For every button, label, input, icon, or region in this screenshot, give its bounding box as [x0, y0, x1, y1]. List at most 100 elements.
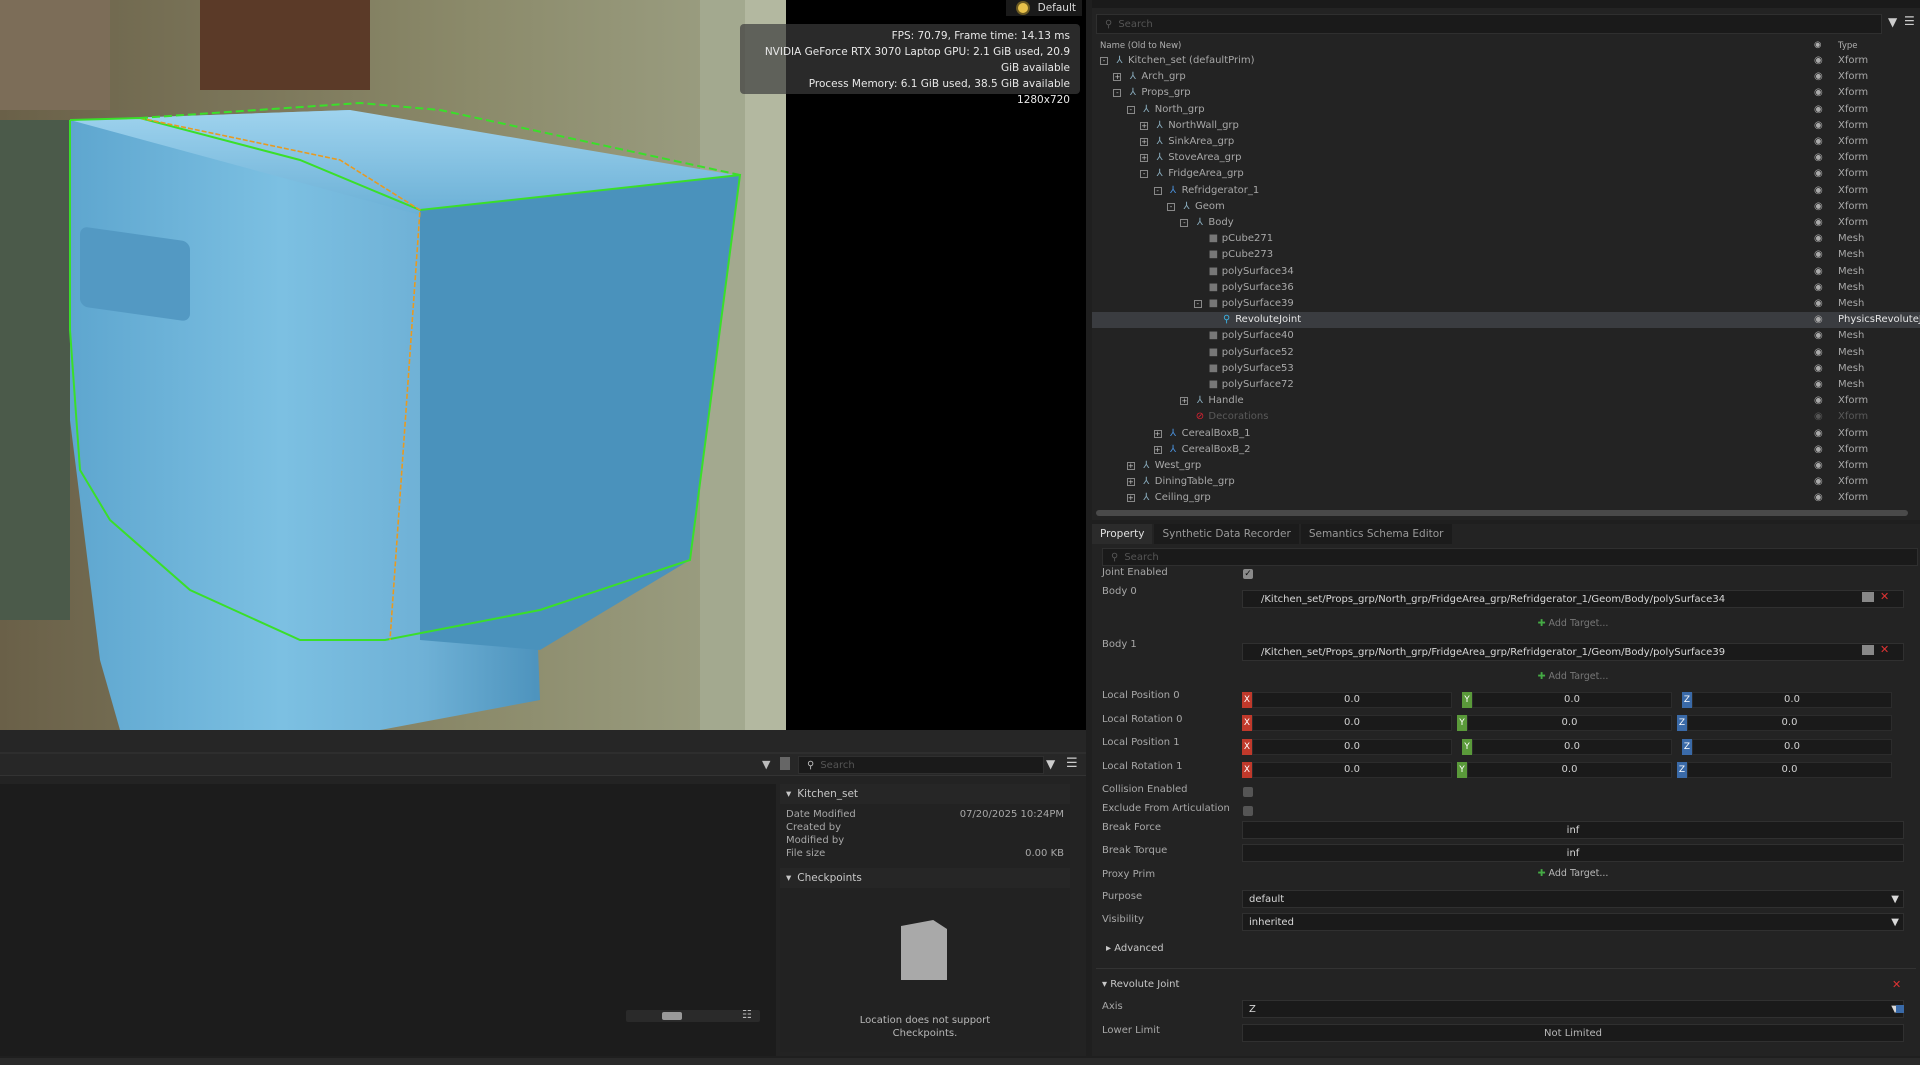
body1-add-target[interactable]: ✚ Add Target...: [1242, 671, 1904, 682]
stage-tree-row[interactable]: - ⅄ Geom ◉ Xform: [1092, 199, 1920, 215]
remove-component-icon[interactable]: ✕: [1892, 978, 1901, 991]
visibility-eye-icon[interactable]: ◉: [1814, 217, 1823, 228]
local-rotation-0-y[interactable]: 0.0: [1467, 715, 1672, 731]
slider-handle[interactable]: [662, 1012, 682, 1020]
visibility-eye-icon[interactable]: ◉: [1814, 104, 1823, 115]
stage-tree-row[interactable]: + ⅄ CerealBoxB_2 ◉ Xform: [1092, 442, 1920, 458]
stage-tree-row[interactable]: - ⅄ Refridgerator_1 ◉ Xform: [1092, 183, 1920, 199]
filter-icon[interactable]: ▼: [1888, 15, 1897, 29]
advanced-section-header[interactable]: ▸ Advanced: [1106, 943, 1164, 954]
proxy-prim-add-target[interactable]: ✚ Add Target...: [1242, 868, 1904, 879]
visibility-eye-icon[interactable]: ◉: [1814, 55, 1823, 66]
folder-icon[interactable]: [1862, 645, 1874, 655]
stage-tree-row[interactable]: - ⅄ North_grp ◉ Xform: [1092, 102, 1920, 118]
stage-tree-row[interactable]: ■ polySurface34 ◉ Mesh: [1092, 264, 1920, 280]
visibility-eye-icon[interactable]: ◉: [1814, 136, 1823, 147]
collapse-icon[interactable]: -: [1167, 202, 1175, 211]
visibility-eye-icon[interactable]: ◉: [1814, 87, 1823, 98]
checkpoints-header[interactable]: ▾ Checkpoints: [780, 868, 1070, 888]
stage-tree-row[interactable]: - ⅄ FridgeArea_grp ◉ Xform: [1092, 166, 1920, 182]
stage-tree-row[interactable]: + ⅄ Arch_grp ◉ Xform: [1092, 69, 1920, 85]
body1-path-field[interactable]: /Kitchen_set/Props_grp/North_grp/FridgeA…: [1242, 643, 1904, 661]
stage-tree-row[interactable]: - ■ polySurface39 ◉ Mesh: [1092, 296, 1920, 312]
collision-enabled-checkbox[interactable]: [1243, 787, 1253, 797]
bookmark-icon[interactable]: [780, 757, 790, 770]
collapse-icon[interactable]: -: [1126, 105, 1135, 114]
local-position-1-y[interactable]: 0.0: [1472, 739, 1672, 755]
visibility-eye-icon[interactable]: ◉: [1814, 347, 1823, 358]
lighting-menu-button[interactable]: Default: [1006, 0, 1082, 16]
folder-icon[interactable]: [1862, 592, 1874, 602]
collapse-icon[interactable]: -: [1153, 186, 1162, 195]
expand-icon[interactable]: +: [1140, 138, 1149, 146]
expand-icon[interactable]: +: [1153, 429, 1162, 438]
purpose-dropdown[interactable]: default ▼: [1242, 890, 1904, 908]
local-rotation-0-x[interactable]: 0.0: [1252, 715, 1452, 731]
visibility-dropdown[interactable]: inherited ▼: [1242, 913, 1904, 931]
list-view-icon[interactable]: ☷: [742, 1008, 752, 1021]
horizontal-scrollbar[interactable]: [1096, 510, 1908, 516]
stage-tree-row[interactable]: ■ pCube271 ◉ Mesh: [1092, 231, 1920, 247]
viewport[interactable]: FPS: 70.79, Frame time: 14.13 ms NVIDIA …: [0, 0, 1086, 730]
local-position-0-y[interactable]: 0.0: [1472, 692, 1672, 708]
remove-icon[interactable]: ✕: [1880, 590, 1889, 603]
content-search-input[interactable]: ⚲ Search: [798, 756, 1044, 774]
expand-icon[interactable]: +: [1126, 494, 1135, 503]
visibility-eye-icon[interactable]: ◉: [1814, 314, 1823, 325]
joint-enabled-checkbox[interactable]: ✓: [1243, 569, 1253, 579]
break-torque-field[interactable]: inf: [1242, 844, 1904, 862]
stage-tree-row[interactable]: - ⅄ Props_grp ◉ Xform: [1092, 85, 1920, 101]
visibility-eye-icon[interactable]: ◉: [1814, 411, 1823, 422]
collapse-icon[interactable]: -: [1113, 89, 1122, 98]
expand-icon[interactable]: +: [1180, 397, 1189, 406]
visibility-eye-icon[interactable]: ◉: [1814, 298, 1823, 309]
visibility-eye-icon[interactable]: ◉: [1814, 233, 1823, 244]
revolute-joint-section-header[interactable]: ▾ Revolute Joint: [1102, 979, 1179, 990]
stage-tree-row[interactable]: ■ polySurface36 ◉ Mesh: [1092, 280, 1920, 296]
visibility-eye-icon[interactable]: ◉: [1814, 379, 1823, 390]
collapse-icon[interactable]: -: [1100, 57, 1108, 65]
exclude-articulation-checkbox[interactable]: [1243, 806, 1253, 816]
stage-tree-row[interactable]: - ⅄ Kitchen_set (defaultPrim) ◉ Xform: [1092, 53, 1920, 69]
visibility-eye-icon[interactable]: ◉: [1814, 460, 1823, 471]
visibility-eye-icon[interactable]: ◉: [1814, 201, 1823, 212]
local-position-0-z[interactable]: 0.0: [1692, 692, 1892, 708]
stage-tree-row[interactable]: ■ pCube273 ◉ Mesh: [1092, 247, 1920, 263]
tab-synthetic-data-recorder[interactable]: Synthetic Data Recorder: [1154, 524, 1299, 544]
scene-render[interactable]: [0, 0, 786, 730]
stage-tab-bar[interactable]: [1092, 0, 1920, 8]
expand-icon[interactable]: +: [1126, 462, 1135, 470]
menu-icon[interactable]: ☰: [1066, 756, 1078, 771]
visibility-eye-icon[interactable]: ◉: [1814, 282, 1823, 293]
stage-tree-row[interactable]: + ⅄ Ceiling_grp ◉ Xform: [1092, 490, 1920, 506]
expand-icon[interactable]: +: [1140, 121, 1149, 130]
thumbnail-size-slider[interactable]: [626, 1010, 760, 1022]
local-rotation-1-x[interactable]: 0.0: [1252, 762, 1452, 778]
visibility-eye-icon[interactable]: ◉: [1814, 428, 1823, 439]
visibility-eye-icon[interactable]: ◉: [1814, 476, 1823, 487]
break-force-field[interactable]: inf: [1242, 821, 1904, 839]
visibility-eye-icon[interactable]: ◉: [1814, 120, 1823, 131]
stage-tree-row[interactable]: ■ polySurface72 ◉ Mesh: [1092, 377, 1920, 393]
stage-tree-row[interactable]: + ⅄ DiningTable_grp ◉ Xform: [1092, 474, 1920, 490]
local-position-0-x[interactable]: 0.0: [1252, 692, 1452, 708]
local-position-1-x[interactable]: 0.0: [1252, 739, 1452, 755]
tab-property[interactable]: Property: [1092, 524, 1153, 544]
visibility-eye-icon[interactable]: ◉: [1814, 266, 1823, 277]
visibility-eye-icon[interactable]: ◉: [1814, 71, 1823, 82]
tab-semantics-schema-editor[interactable]: Semantics Schema Editor: [1300, 524, 1452, 544]
file-grid[interactable]: ☷: [0, 784, 776, 1056]
visibility-eye-icon[interactable]: ◉: [1814, 363, 1823, 374]
body0-add-target[interactable]: ✚ Add Target...: [1242, 618, 1904, 629]
visibility-eye-icon[interactable]: ◉: [1814, 249, 1823, 260]
visibility-eye-icon[interactable]: ◉: [1814, 444, 1823, 455]
stage-search-input[interactable]: ⚲ Search: [1096, 14, 1882, 34]
stage-tree-row[interactable]: + ⅄ NorthWall_grp ◉ Xform: [1092, 118, 1920, 134]
stage-tree-row[interactable]: ⚲ RevoluteJoint ◉ PhysicsRevoluteJoint: [1092, 312, 1920, 329]
body0-path-field[interactable]: /Kitchen_set/Props_grp/North_grp/FridgeA…: [1242, 590, 1904, 608]
expand-icon[interactable]: +: [1113, 73, 1122, 82]
collapse-icon[interactable]: -: [1193, 300, 1202, 308]
visibility-eye-icon[interactable]: ◉: [1814, 168, 1823, 179]
dropdown-arrow-icon[interactable]: ▼: [762, 758, 770, 771]
local-rotation-1-z[interactable]: 0.0: [1687, 762, 1892, 778]
